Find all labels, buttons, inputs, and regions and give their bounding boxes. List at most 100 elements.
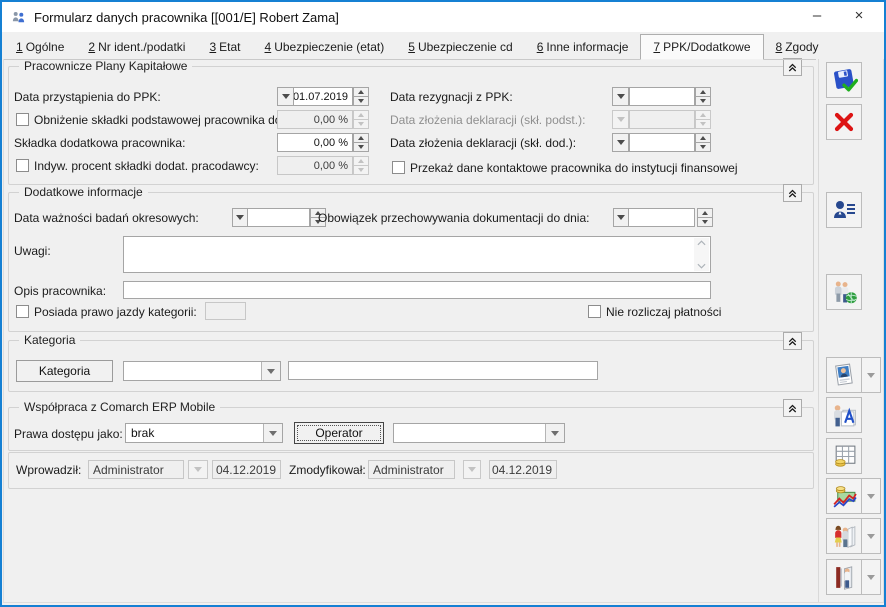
operator-combobox[interactable]	[393, 423, 565, 443]
ppk-resign-date-spinner[interactable]	[695, 87, 711, 106]
exam-date-field[interactable]	[247, 208, 310, 227]
ppk-extra-contrib-spinner[interactable]	[353, 133, 369, 152]
people-pair-icon	[831, 523, 858, 550]
employee-photo-dropdown[interactable]	[862, 357, 881, 393]
ppk-reduction-field: 0,00 %	[277, 110, 353, 129]
scroll-up-icon	[697, 240, 706, 246]
group-category-title: Kategoria	[19, 333, 80, 347]
save-button[interactable]	[826, 62, 862, 98]
description-field[interactable]	[123, 281, 711, 299]
dropdown-arrow-icon	[867, 494, 875, 499]
group-category-collapse-button[interactable]	[783, 332, 802, 350]
window-title: Formularz danych pracownika [[001/E] Rob…	[34, 10, 339, 25]
dismissal-button[interactable]	[826, 559, 862, 595]
tab-7-ppk-dodatkowe[interactable]: 7PPK/Dodatkowe	[640, 34, 763, 60]
salary-chart-dropdown[interactable]	[862, 478, 881, 514]
doc-retention-label: Obowiązek przechowywania dokumentacji do…	[318, 211, 589, 225]
e-pracownik-button[interactable]	[826, 274, 862, 310]
ppk-extra-contrib-label: Składka dodatkowa pracownika:	[14, 136, 185, 150]
employees-list-button[interactable]	[826, 518, 862, 554]
ppk-decl-basic-field	[629, 110, 695, 129]
ppk-decl-basic-dropdown	[612, 110, 629, 129]
created-by-label: Wprowadził:	[16, 463, 81, 477]
combo-arrow-icon[interactable]	[263, 424, 282, 442]
group-extra-info-title: Dodatkowe informacje	[19, 185, 148, 199]
ppk-join-date-label: Data przystąpienia do PPK:	[14, 90, 161, 104]
category-combobox[interactable]	[123, 361, 281, 381]
ppk-resign-date-field[interactable]	[629, 87, 695, 106]
salary-chart-button[interactable]	[826, 478, 862, 514]
combo-arrow-icon[interactable]	[545, 424, 564, 442]
close-icon: ×	[855, 7, 864, 24]
employee-additional-data-button[interactable]	[826, 192, 862, 228]
exam-date-dropdown[interactable]	[232, 208, 248, 227]
payroll-grid-button[interactable]	[826, 438, 862, 474]
category-button[interactable]: Kategoria	[16, 360, 113, 382]
save-icon	[831, 67, 858, 94]
ppk-join-date-spinner[interactable]	[353, 87, 369, 106]
cancel-button[interactable]	[826, 104, 862, 140]
group-mobile-collapse-button[interactable]	[783, 399, 802, 417]
ppk-decl-extra-spinner[interactable]	[695, 133, 711, 152]
notes-scrollbar[interactable]	[694, 238, 709, 271]
group-ppk-collapse-button[interactable]	[783, 58, 802, 76]
ppk-forward-contact-checkbox[interactable]	[392, 161, 405, 174]
coins-chart-icon	[831, 483, 858, 510]
ppk-join-date-field[interactable]: 01.07.2019	[293, 87, 353, 106]
dropdown-arrow-icon	[867, 575, 875, 580]
spinner-up-icon[interactable]	[353, 87, 369, 97]
scroll-down-icon	[697, 263, 706, 269]
ppk-employer-pct-checkbox[interactable]	[16, 159, 29, 172]
doc-retention-field[interactable]	[628, 208, 695, 227]
ppk-decl-extra-field[interactable]	[629, 133, 695, 152]
ppk-forward-contact-label: Przekaż dane kontaktowe pracownika do in…	[410, 161, 738, 175]
tab-5-ubezpieczenie-cd[interactable]: 5Ubezpieczenie cd	[396, 36, 524, 59]
grid-coins-icon	[831, 443, 858, 470]
group-extra-info-collapse-button[interactable]	[783, 184, 802, 202]
tab-1-ogolne[interactable]: 1Ogólne	[4, 36, 76, 59]
notes-textarea[interactable]	[123, 236, 711, 273]
operator-button[interactable]: Operator	[294, 422, 384, 444]
tab-2-nr-ident-podatki[interactable]: 2Nr ident./podatki	[76, 36, 197, 59]
no-payment-checkbox[interactable]	[588, 305, 601, 318]
employee-photo-button[interactable]	[826, 357, 862, 393]
doc-retention-spinner[interactable]	[697, 208, 713, 227]
dismissal-dropdown[interactable]	[862, 559, 881, 595]
tab-3-etat[interactable]: 3Etat	[197, 36, 252, 59]
employees-list-dropdown[interactable]	[862, 518, 881, 554]
title-bar[interactable]: Formularz danych pracownika [[001/E] Rob…	[2, 2, 884, 32]
spinner-down-icon[interactable]	[353, 97, 369, 106]
tab-4-ubezpieczenie-etat[interactable]: 4Ubezpieczenie (etat)	[253, 36, 397, 59]
cancel-icon	[831, 109, 857, 135]
ppk-reduction-spinner	[353, 110, 369, 129]
driving-license-field	[205, 302, 246, 320]
ppk-employer-pct-spinner	[353, 156, 369, 175]
ppk-decl-extra-dropdown[interactable]	[612, 133, 629, 152]
combo-arrow-icon[interactable]	[261, 362, 280, 380]
doc-retention-dropdown[interactable]	[613, 208, 629, 227]
created-by-dropdown	[188, 460, 208, 479]
dropdown-arrow-icon	[867, 534, 875, 539]
minimize-button[interactable]: –	[798, 2, 836, 29]
tab-8-zgody[interactable]: 8Zgody	[764, 36, 831, 59]
employee-records-button[interactable]	[826, 397, 862, 433]
photo-card-icon	[831, 362, 857, 388]
access-rights-value: brak	[131, 426, 154, 440]
tab-6-inne-informacje[interactable]: 6Inne informacje	[525, 36, 641, 59]
access-rights-combobox[interactable]: brak	[125, 423, 283, 443]
driving-license-checkbox[interactable]	[16, 305, 29, 318]
group-mobile-title: Współpraca z Comarch ERP Mobile	[19, 400, 220, 414]
category-description-field[interactable]	[288, 361, 598, 380]
ppk-join-date-dropdown[interactable]	[277, 87, 294, 106]
no-payment-label: Nie rozliczaj płatności	[606, 305, 721, 319]
created-date-field: 04.12.2019	[212, 460, 281, 479]
ppk-resign-date-dropdown[interactable]	[612, 87, 629, 106]
modified-by-field: Administrator	[368, 460, 455, 479]
ppk-reduction-label: Obniżenie składki podstawowej pracownika…	[34, 113, 285, 127]
ppk-extra-contrib-field[interactable]: 0,00 %	[277, 133, 353, 152]
window-people-icon	[11, 10, 26, 25]
ppk-reduction-checkbox[interactable]	[16, 113, 29, 126]
close-button[interactable]: ×	[840, 2, 878, 29]
employee-card-icon	[831, 197, 857, 223]
ppk-decl-basic-spinner	[695, 110, 711, 129]
